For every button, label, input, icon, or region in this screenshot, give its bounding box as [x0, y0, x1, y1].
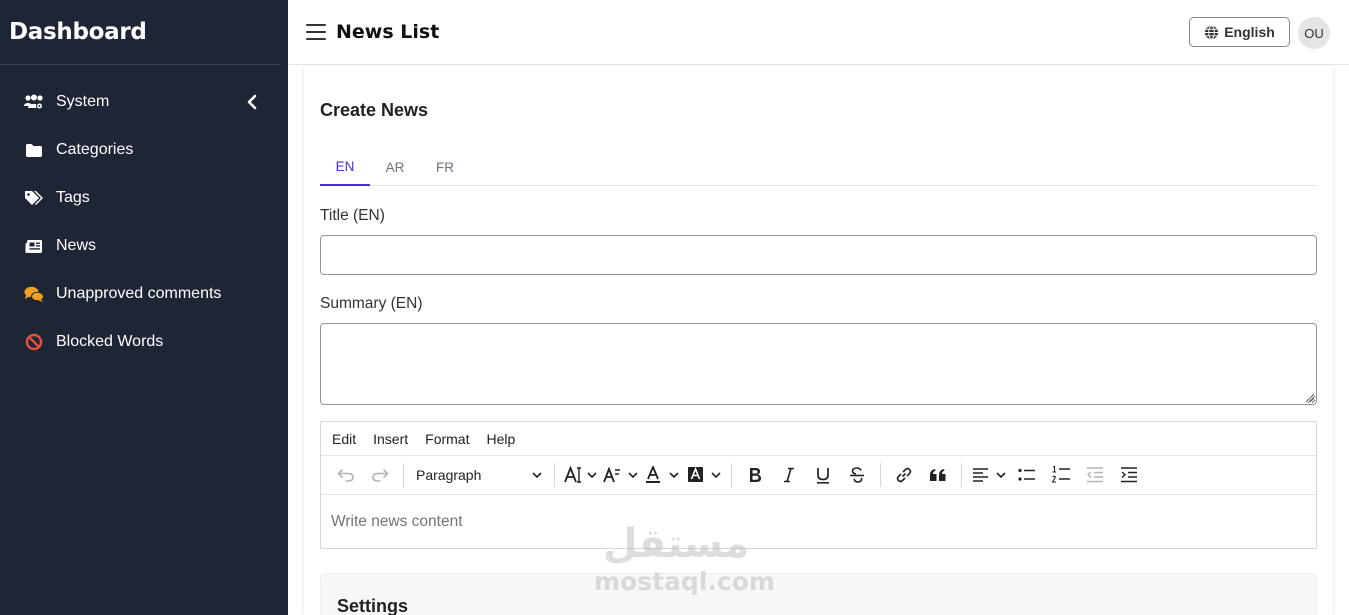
text-color-icon[interactable]: [641, 460, 683, 490]
italic-icon[interactable]: [772, 460, 806, 490]
title-label: Title (EN): [320, 207, 385, 224]
create-news-card: Create News EN AR FR Title (EN) Summary …: [304, 66, 1333, 615]
background-color-icon[interactable]: [683, 460, 725, 490]
redo-icon[interactable]: [363, 460, 397, 490]
align-left-icon[interactable]: [968, 460, 1010, 490]
newspaper-icon: [24, 236, 44, 256]
sidebar-item-system[interactable]: System: [0, 78, 288, 126]
comments-icon: [24, 284, 44, 304]
sidebar-nav: System Categories Tags News Unapproved c…: [0, 65, 288, 366]
globe-icon: [1205, 24, 1219, 40]
toolbar-divider: [554, 463, 555, 487]
summary-wrapper: [320, 323, 1317, 405]
editor-menubar: Edit Insert Format Help: [321, 422, 1316, 456]
sidebar-item-label: Unapproved comments: [56, 285, 222, 302]
underline-icon[interactable]: [806, 460, 840, 490]
card-title: Create News: [320, 100, 429, 120]
language-label: English: [1224, 24, 1275, 40]
summary-label: Summary (EN): [320, 295, 423, 312]
sidebar: Dashboard System Categories Tags News Un…: [0, 0, 288, 615]
menu-format[interactable]: Format: [425, 431, 469, 447]
resize-handle-icon[interactable]: [1303, 391, 1315, 403]
page-title: News List: [336, 21, 440, 43]
sidebar-item-label: Tags: [56, 189, 90, 206]
language-button[interactable]: English: [1189, 17, 1290, 47]
undo-icon[interactable]: [329, 460, 363, 490]
tab-en[interactable]: EN: [320, 148, 370, 186]
rich-text-editor: Edit Insert Format Help Paragraph Write …: [320, 421, 1317, 549]
tab-ar[interactable]: AR: [370, 148, 420, 186]
line-height-icon[interactable]: [601, 460, 641, 490]
bullet-list-icon[interactable]: [1010, 460, 1044, 490]
hamburger-menu-icon[interactable]: [306, 24, 326, 40]
editor-toolbar: Paragraph: [321, 456, 1316, 495]
chevron-down-icon: [532, 471, 542, 478]
strikethrough-icon[interactable]: [840, 460, 874, 490]
toolbar-divider: [731, 463, 732, 487]
summary-textarea[interactable]: [320, 323, 1317, 405]
blockquote-icon[interactable]: [921, 460, 955, 490]
top-header: News List English OU: [288, 0, 1349, 65]
users-cog-icon: [24, 92, 44, 112]
tags-icon: [24, 188, 44, 208]
sidebar-item-blocked-words[interactable]: Blocked Words: [0, 318, 288, 366]
sidebar-item-label: System: [56, 93, 110, 110]
bold-icon[interactable]: [738, 460, 772, 490]
ban-icon: [24, 332, 44, 352]
settings-title: Settings: [337, 596, 409, 615]
sidebar-item-news[interactable]: News: [0, 222, 288, 270]
tab-fr[interactable]: FR: [420, 148, 470, 186]
menu-edit[interactable]: Edit: [332, 431, 356, 447]
settings-panel: Settings: [320, 573, 1317, 615]
language-tabs: EN AR FR: [320, 148, 1317, 186]
sidebar-item-tags[interactable]: Tags: [0, 174, 288, 222]
sidebar-item-label: News: [56, 237, 97, 254]
sidebar-item-label: Categories: [56, 141, 134, 158]
sidebar-item-categories[interactable]: Categories: [0, 126, 288, 174]
folder-icon: [24, 140, 44, 160]
editor-content[interactable]: Write news content: [321, 495, 1316, 548]
block-format-value: Paragraph: [416, 467, 482, 483]
link-icon[interactable]: [887, 460, 921, 490]
brand-title[interactable]: Dashboard: [0, 0, 280, 65]
outdent-icon[interactable]: [1078, 460, 1112, 490]
avatar[interactable]: OU: [1298, 17, 1330, 49]
numbered-list-icon[interactable]: [1044, 460, 1078, 490]
toolbar-divider: [961, 463, 962, 487]
sidebar-item-unapproved-comments[interactable]: Unapproved comments: [0, 270, 288, 318]
indent-icon[interactable]: [1112, 460, 1146, 490]
title-input[interactable]: [320, 235, 1317, 275]
block-format-select[interactable]: Paragraph: [410, 460, 548, 490]
menu-insert[interactable]: Insert: [373, 431, 408, 447]
chevron-left-icon[interactable]: [246, 93, 258, 111]
toolbar-divider: [880, 463, 881, 487]
font-size-icon[interactable]: [561, 460, 601, 490]
toolbar-divider: [403, 463, 404, 487]
sidebar-item-label: Blocked Words: [56, 333, 164, 350]
menu-help[interactable]: Help: [486, 431, 515, 447]
